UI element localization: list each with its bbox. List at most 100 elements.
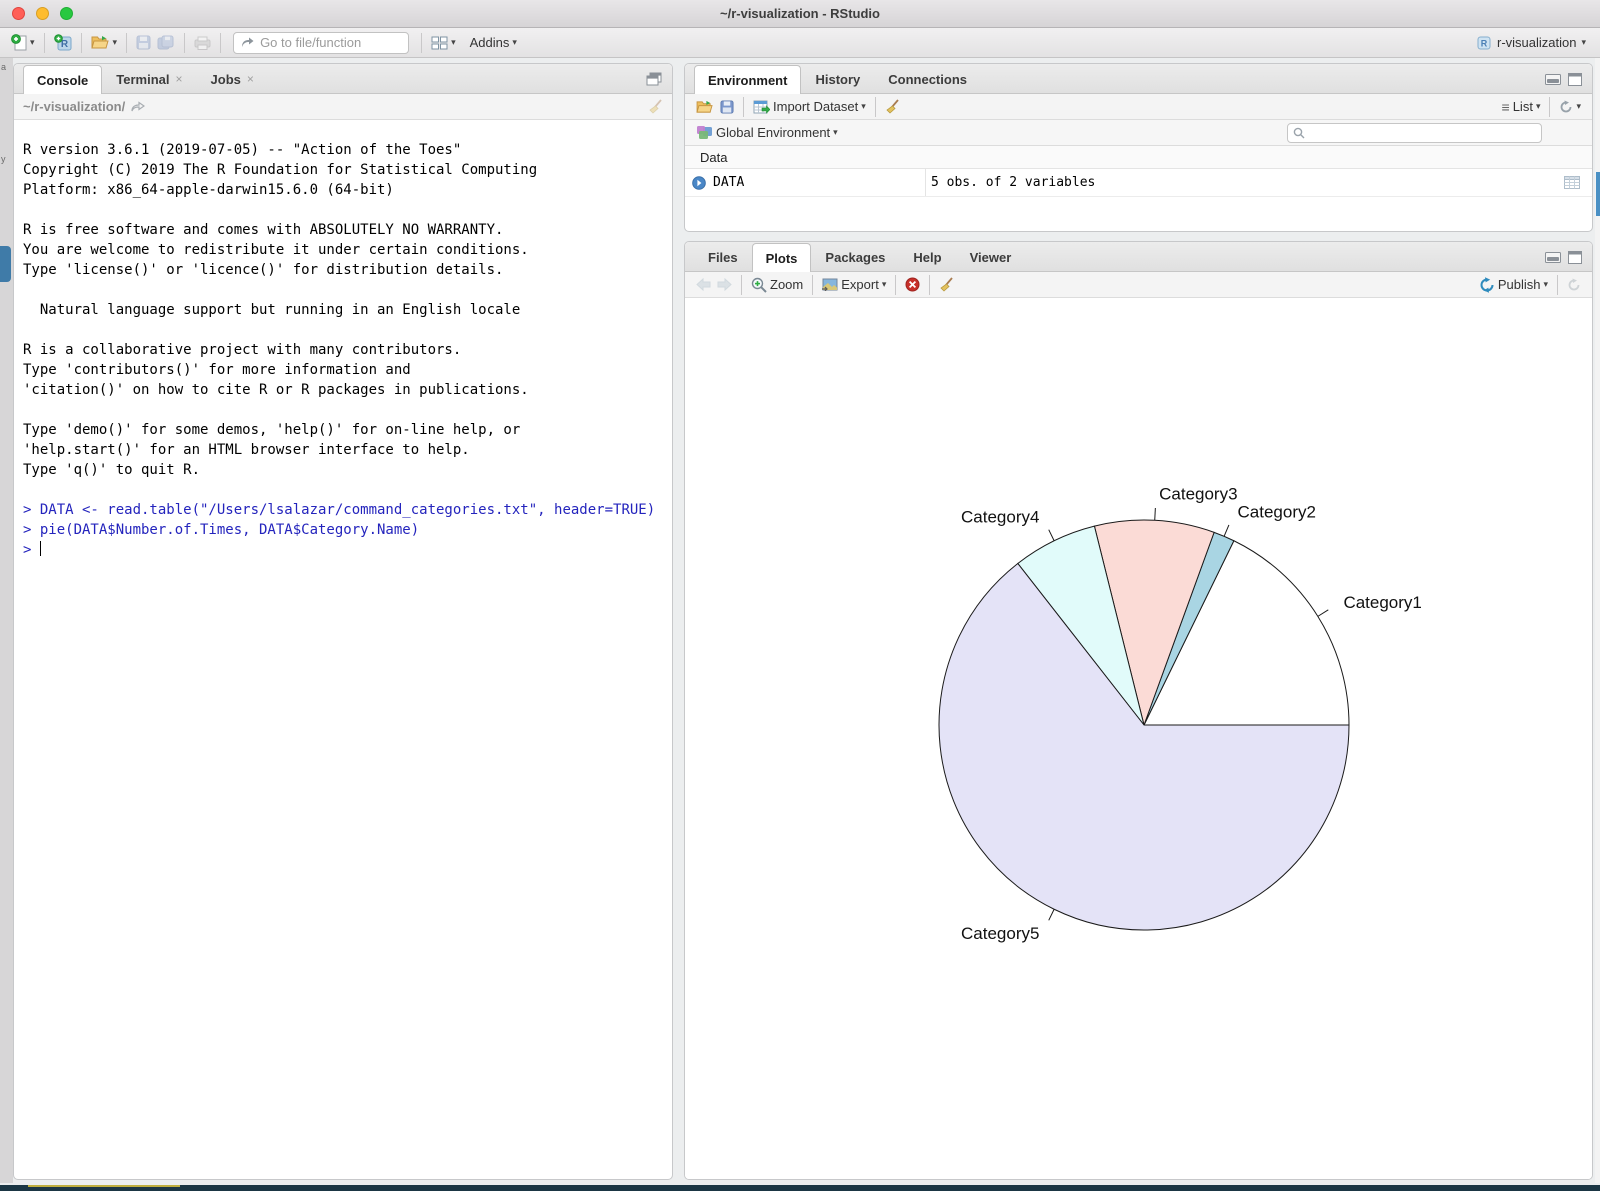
publish-plot-button[interactable]: Publish ▾ (1476, 275, 1551, 295)
console-pane: Console Terminal×Jobs× ~/r-visualization/… (13, 63, 673, 1180)
global-environment-icon (696, 125, 713, 140)
plots-toolbar: Zoom Export ▾ (685, 272, 1592, 298)
tab-history[interactable]: History (801, 64, 874, 93)
export-image-icon (822, 278, 838, 291)
environment-scope-selector[interactable]: Global Environment ▾ (693, 123, 841, 142)
load-workspace-button[interactable] (693, 98, 717, 116)
tab-label: Packages (825, 250, 885, 265)
export-label: Export (841, 277, 879, 292)
console-output[interactable]: R version 3.6.1 (2019-07-05) -- "Action … (14, 120, 672, 560)
tab-jobs[interactable]: Jobs× (197, 64, 268, 93)
close-icon[interactable]: × (247, 72, 254, 86)
environment-pane: Environment History Connections (684, 63, 1593, 232)
zoom-magnifier-icon (751, 277, 767, 293)
pie-label-category4: Category4 (961, 508, 1039, 527)
list-label: List (1513, 99, 1533, 114)
console-output-line: 'help.start()' for an HTML browser inter… (23, 440, 664, 460)
tab-viewer[interactable]: Viewer (956, 242, 1026, 271)
zoom-plot-button[interactable]: Zoom (748, 275, 806, 295)
tab-environment[interactable]: Environment (694, 65, 801, 94)
tab-packages[interactable]: Packages (811, 242, 899, 271)
toolbar-divider (895, 275, 896, 295)
save-button[interactable] (133, 33, 154, 52)
addins-button[interactable]: Addins ▾ (467, 33, 520, 52)
save-icon (720, 100, 734, 114)
minimize-pane-icon[interactable] (1545, 74, 1561, 85)
console-input-line: > DATA <- read.table("/Users/lsalazar/co… (23, 500, 664, 520)
clear-objects-button[interactable] (882, 97, 903, 116)
background-accent (0, 246, 11, 282)
background-accent (1596, 172, 1600, 216)
tab-label: Files (708, 250, 738, 265)
pie-chart: Category1Category2Category3Category4Cate… (685, 325, 1593, 1180)
toolbar-divider (812, 275, 813, 295)
import-dataset-button[interactable]: Import Dataset ▾ (750, 97, 869, 116)
console-output-line (23, 280, 664, 300)
refresh-plot-button[interactable] (1564, 276, 1584, 294)
display-mode-button[interactable]: ≡ List ▾ (1499, 97, 1544, 117)
environment-object-row[interactable]: DATA5 obs. of 2 variables (685, 169, 1592, 197)
tab-connections[interactable]: Connections (874, 64, 981, 93)
publish-label: Publish (1498, 277, 1541, 292)
goto-directory-icon[interactable] (131, 101, 145, 113)
environment-tabbar: Environment History Connections (685, 64, 1592, 94)
maximize-pane-icon[interactable] (646, 72, 662, 86)
view-table-icon[interactable] (1564, 176, 1580, 189)
chevron-down-icon: ▾ (833, 128, 838, 137)
new-project-button[interactable]: R (51, 32, 75, 53)
tab-label: Environment (708, 73, 787, 88)
tab-terminal[interactable]: Terminal× (102, 64, 196, 93)
maximize-pane-icon[interactable] (1568, 73, 1582, 86)
maximize-pane-icon[interactable] (1568, 251, 1582, 264)
svg-text:R: R (1481, 38, 1488, 48)
next-plot-button[interactable] (714, 276, 735, 293)
toolbar-divider (741, 275, 742, 295)
tab-plots[interactable]: Plots (752, 243, 812, 272)
tab-label: Connections (888, 72, 967, 87)
tab-label: Console (37, 73, 88, 88)
tab-label: Viewer (970, 250, 1012, 265)
tab-label: Plots (766, 251, 798, 266)
tab-help[interactable]: Help (899, 242, 955, 271)
open-file-button[interactable]: ▾ (88, 33, 121, 52)
expand-object-icon[interactable] (692, 176, 706, 190)
main-toolbar: ▾ R ▾ (0, 28, 1600, 58)
print-icon (194, 36, 211, 50)
clear-all-plots-button[interactable] (936, 275, 957, 294)
console-output-line: Type 'contributors()' for more informati… (23, 360, 664, 380)
export-plot-button[interactable]: Export ▾ (819, 275, 889, 294)
tab-console[interactable]: Console (23, 65, 102, 94)
clear-console-broom-icon[interactable] (648, 99, 663, 114)
environment-search-input[interactable] (1287, 123, 1542, 143)
chevron-down-icon: ▾ (451, 38, 456, 47)
refresh-icon (1567, 278, 1581, 292)
pie-label-tick (1224, 525, 1229, 536)
remove-plot-button[interactable] (902, 275, 923, 294)
pie-label-category2: Category2 (1238, 503, 1316, 522)
minimize-pane-icon[interactable] (1545, 252, 1561, 263)
console-output-line (23, 320, 664, 340)
previous-plot-button[interactable] (693, 276, 714, 293)
workspace-panes-button[interactable]: ▾ (428, 34, 459, 52)
project-name: r-visualization (1497, 35, 1576, 50)
save-all-button[interactable] (154, 33, 178, 52)
console-output-line: 'citation()' on how to cite R or R packa… (23, 380, 664, 400)
open-folder-icon (696, 100, 714, 114)
new-file-icon (11, 34, 27, 51)
new-file-button[interactable]: ▾ (8, 32, 38, 53)
save-workspace-button[interactable] (717, 98, 737, 116)
refresh-environment-button[interactable]: ▾ (1556, 98, 1584, 116)
tab-files[interactable]: Files (694, 242, 752, 271)
toolbar-divider (929, 275, 930, 295)
close-icon[interactable]: × (176, 72, 183, 86)
environment-toolbar: Import Dataset ▾ ≡ List ▾ ▾ (685, 94, 1592, 120)
print-button[interactable] (191, 34, 214, 52)
titlebar: ~/r-visualization - RStudio (0, 0, 1600, 28)
goto-arrow-icon (241, 37, 254, 49)
project-selector[interactable]: R r-visualization ▾ (1470, 33, 1592, 53)
working-directory: ~/r-visualization/ (23, 99, 125, 114)
goto-file-input[interactable]: Go to file/function (233, 32, 409, 54)
background-window-sliver-right (1595, 58, 1600, 1183)
project-cube-icon: R (1476, 35, 1492, 51)
plots-tabbar: Files Plots Packages Help Viewer (685, 242, 1592, 272)
